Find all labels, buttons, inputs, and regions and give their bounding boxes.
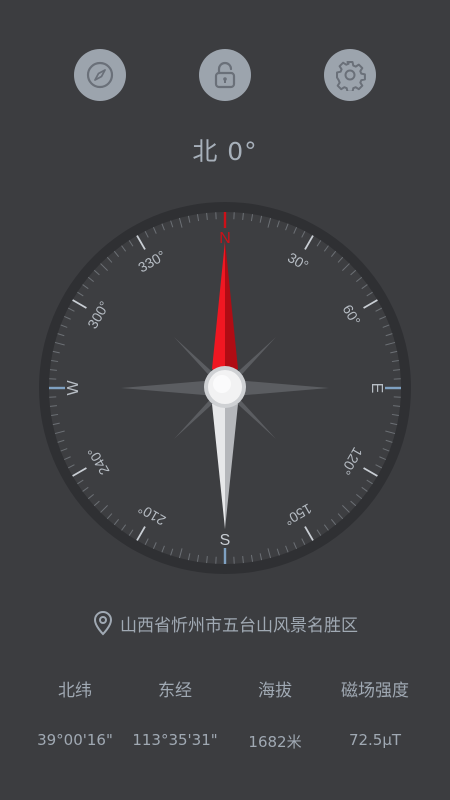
cardinal-n: N [219,230,231,247]
location-pin-icon [93,610,113,636]
stat-longitude: 东经 113°35'31" [119,676,231,749]
cardinal-e: E [368,383,385,394]
location-text: 山西省忻州市五台山风景名胜区 [120,615,358,636]
stat-magnetic-field: 磁场强度 72.5μT [319,676,431,749]
stat-value: 39°00'16" [37,731,113,749]
compass-mode-button[interactable] [74,49,126,101]
gear-icon [336,61,366,91]
stat-value: 1682米 [248,733,302,751]
unlock-icon [214,61,236,89]
stat-label: 东经 [158,681,192,701]
stat-label: 北纬 [58,681,92,701]
heading-readout: 北 0° [192,137,258,166]
stat-latitude: 北纬 39°00'16" [19,676,131,749]
stat-value: 113°35'31" [132,731,218,749]
cardinal-w: W [65,380,82,396]
cardinal-s: S [220,532,231,549]
stat-value: 72.5μT [348,731,402,749]
stat-altitude: 海拔 1682米 [219,676,331,752]
stat-label: 海拔 [258,681,292,701]
compass-dial: 30°60°120°150°210°240°300°330° N S E W [39,202,411,574]
settings-button[interactable] [324,49,376,101]
stat-label: 磁场强度 [341,681,409,701]
lock-toggle-button[interactable] [199,49,251,101]
compass-icon [86,61,114,89]
location-row: 山西省忻州市五台山风景名胜区 [0,610,450,636]
